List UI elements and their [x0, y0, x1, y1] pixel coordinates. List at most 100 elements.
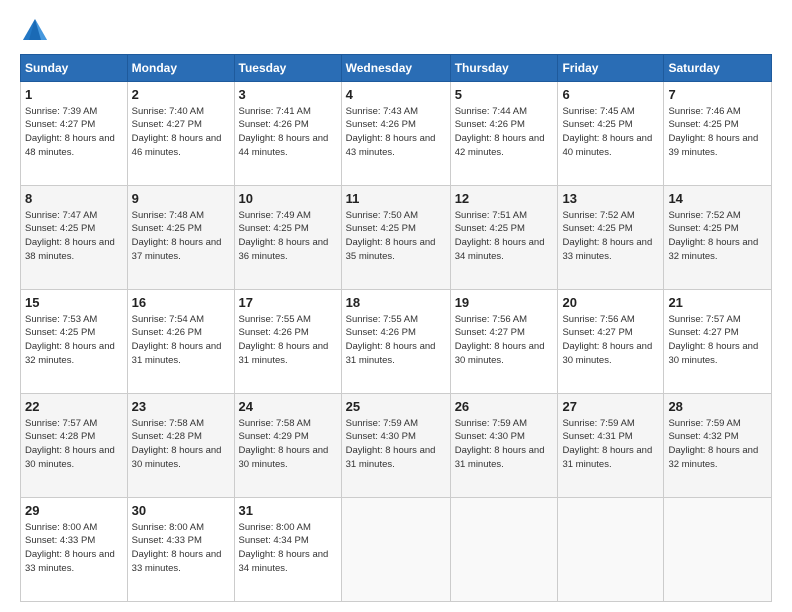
calendar-cell: 17 Sunrise: 7:55 AMSunset: 4:26 PMDayligh… [234, 290, 341, 394]
day-info: Sunrise: 7:41 AMSunset: 4:26 PMDaylight:… [239, 106, 329, 158]
day-info: Sunrise: 7:57 AMSunset: 4:27 PMDaylight:… [668, 314, 758, 366]
day-info: Sunrise: 7:46 AMSunset: 4:25 PMDaylight:… [668, 106, 758, 158]
day-number: 3 [239, 86, 337, 104]
day-info: Sunrise: 7:53 AMSunset: 4:25 PMDaylight:… [25, 314, 115, 366]
day-info: Sunrise: 7:48 AMSunset: 4:25 PMDaylight:… [132, 210, 222, 262]
calendar-cell: 3 Sunrise: 7:41 AMSunset: 4:26 PMDaylight… [234, 82, 341, 186]
day-info: Sunrise: 7:59 AMSunset: 4:32 PMDaylight:… [668, 418, 758, 470]
calendar-cell: 16 Sunrise: 7:54 AMSunset: 4:26 PMDayligh… [127, 290, 234, 394]
calendar-cell: 24 Sunrise: 7:58 AMSunset: 4:29 PMDayligh… [234, 394, 341, 498]
day-number: 7 [668, 86, 767, 104]
day-number: 13 [562, 190, 659, 208]
calendar-cell: 5 Sunrise: 7:44 AMSunset: 4:26 PMDaylight… [450, 82, 558, 186]
day-number: 25 [346, 398, 446, 416]
calendar-cell: 2Sunrise: 7:40 AMSunset: 4:27 PMDaylight… [127, 82, 234, 186]
calendar-cell: 18 Sunrise: 7:55 AMSunset: 4:26 PMDayligh… [341, 290, 450, 394]
day-info: Sunrise: 7:45 AMSunset: 4:25 PMDaylight:… [562, 106, 652, 158]
day-number: 20 [562, 294, 659, 312]
day-info: Sunrise: 7:47 AMSunset: 4:25 PMDaylight:… [25, 210, 115, 262]
calendar-cell: 22Sunrise: 7:57 AMSunset: 4:28 PMDayligh… [21, 394, 128, 498]
day-number: 24 [239, 398, 337, 416]
day-number: 11 [346, 190, 446, 208]
day-header-thursday: Thursday [450, 55, 558, 82]
day-header-wednesday: Wednesday [341, 55, 450, 82]
day-number: 22 [25, 398, 123, 416]
day-header-sunday: Sunday [21, 55, 128, 82]
day-info: Sunrise: 7:49 AMSunset: 4:25 PMDaylight:… [239, 210, 329, 262]
day-number: 23 [132, 398, 230, 416]
calendar-cell [664, 498, 772, 602]
day-number: 4 [346, 86, 446, 104]
day-info: Sunrise: 7:59 AMSunset: 4:30 PMDaylight:… [455, 418, 545, 470]
calendar-cell: 30 Sunrise: 8:00 AMSunset: 4:33 PMDayligh… [127, 498, 234, 602]
calendar-cell: 7 Sunrise: 7:46 AMSunset: 4:25 PMDaylight… [664, 82, 772, 186]
day-number: 14 [668, 190, 767, 208]
day-number: 27 [562, 398, 659, 416]
day-info: Sunrise: 8:00 AMSunset: 4:34 PMDaylight:… [239, 522, 329, 574]
calendar-table: SundayMondayTuesdayWednesdayThursdayFrid… [20, 54, 772, 602]
day-number: 28 [668, 398, 767, 416]
day-number: 10 [239, 190, 337, 208]
calendar-body: 1 Sunrise: 7:39 AMSunset: 4:27 PMDaylight… [21, 82, 772, 602]
day-number: 17 [239, 294, 337, 312]
day-info: Sunrise: 8:00 AMSunset: 4:33 PMDaylight:… [132, 522, 222, 574]
day-info: Sunrise: 7:58 AMSunset: 4:29 PMDaylight:… [239, 418, 329, 470]
day-info: Sunrise: 7:50 AMSunset: 4:25 PMDaylight:… [346, 210, 436, 262]
calendar-cell [450, 498, 558, 602]
week-row-3: 15 Sunrise: 7:53 AMSunset: 4:25 PMDayligh… [21, 290, 772, 394]
week-row-1: 1 Sunrise: 7:39 AMSunset: 4:27 PMDaylight… [21, 82, 772, 186]
calendar-cell: 9 Sunrise: 7:48 AMSunset: 4:25 PMDaylight… [127, 186, 234, 290]
day-header-friday: Friday [558, 55, 664, 82]
calendar-cell: 29Sunrise: 8:00 AMSunset: 4:33 PMDayligh… [21, 498, 128, 602]
day-number: 30 [132, 502, 230, 520]
week-row-5: 29 Sunrise: 8:00 AMSunset: 4:33 PMDayligh… [21, 498, 772, 602]
day-info: Sunrise: 7:39 AMSunset: 4:27 PMDaylight:… [25, 106, 115, 158]
day-number: 26 [455, 398, 554, 416]
day-number: 1 [25, 86, 123, 104]
calendar-cell [341, 498, 450, 602]
calendar-cell: 28 Sunrise: 7:59 AMSunset: 4:32 PMDayligh… [664, 394, 772, 498]
calendar-cell: 27Sunrise: 7:59 AMSunset: 4:31 PMDayligh… [558, 394, 664, 498]
day-info: Sunrise: 7:52 AMSunset: 4:25 PMDaylight:… [562, 210, 652, 262]
day-number: 2 [132, 86, 230, 104]
calendar-cell: 10 Sunrise: 7:49 AMSunset: 4:25 PMDayligh… [234, 186, 341, 290]
day-info: Sunrise: 7:56 AMSunset: 4:27 PMDaylight:… [455, 314, 545, 366]
day-number: 16 [132, 294, 230, 312]
day-info: Sunrise: 7:43 AMSunset: 4:26 PMDaylight:… [346, 106, 436, 158]
day-info: Sunrise: 7:55 AMSunset: 4:26 PMDaylight:… [346, 314, 436, 366]
calendar-cell: 15 Sunrise: 7:53 AMSunset: 4:25 PMDayligh… [21, 290, 128, 394]
calendar-cell: 19 Sunrise: 7:56 AMSunset: 4:27 PMDayligh… [450, 290, 558, 394]
week-row-4: 22Sunrise: 7:57 AMSunset: 4:28 PMDayligh… [21, 394, 772, 498]
day-number: 9 [132, 190, 230, 208]
day-info: Sunrise: 7:51 AMSunset: 4:25 PMDaylight:… [455, 210, 545, 262]
day-number: 15 [25, 294, 123, 312]
day-info: Sunrise: 7:52 AMSunset: 4:25 PMDaylight:… [668, 210, 758, 262]
day-number: 21 [668, 294, 767, 312]
week-row-2: 8Sunrise: 7:47 AMSunset: 4:25 PMDaylight… [21, 186, 772, 290]
calendar-cell: 8Sunrise: 7:47 AMSunset: 4:25 PMDaylight… [21, 186, 128, 290]
day-number: 29 [25, 502, 123, 520]
calendar-cell: 31Sunrise: 8:00 AMSunset: 4:34 PMDayligh… [234, 498, 341, 602]
calendar-cell: 25Sunrise: 7:59 AMSunset: 4:30 PMDayligh… [341, 394, 450, 498]
calendar-cell: 12Sunrise: 7:51 AMSunset: 4:25 PMDayligh… [450, 186, 558, 290]
day-header-monday: Monday [127, 55, 234, 82]
day-header-tuesday: Tuesday [234, 55, 341, 82]
day-number: 18 [346, 294, 446, 312]
calendar-cell: 1 Sunrise: 7:39 AMSunset: 4:27 PMDaylight… [21, 82, 128, 186]
day-info: Sunrise: 7:55 AMSunset: 4:26 PMDaylight:… [239, 314, 329, 366]
calendar-cell [558, 498, 664, 602]
page: SundayMondayTuesdayWednesdayThursdayFrid… [0, 0, 792, 612]
calendar-cell: 21 Sunrise: 7:57 AMSunset: 4:27 PMDayligh… [664, 290, 772, 394]
day-info: Sunrise: 7:54 AMSunset: 4:26 PMDaylight:… [132, 314, 222, 366]
day-number: 5 [455, 86, 554, 104]
calendar-cell: 6Sunrise: 7:45 AMSunset: 4:25 PMDaylight… [558, 82, 664, 186]
logo-icon [20, 16, 50, 46]
calendar-cell: 23Sunrise: 7:58 AMSunset: 4:28 PMDayligh… [127, 394, 234, 498]
calendar-cell: 20 Sunrise: 7:56 AMSunset: 4:27 PMDayligh… [558, 290, 664, 394]
calendar-cell: 11 Sunrise: 7:50 AMSunset: 4:25 PMDayligh… [341, 186, 450, 290]
day-info: Sunrise: 7:44 AMSunset: 4:26 PMDaylight:… [455, 106, 545, 158]
calendar-cell: 4 Sunrise: 7:43 AMSunset: 4:26 PMDaylight… [341, 82, 450, 186]
calendar-cell: 13 Sunrise: 7:52 AMSunset: 4:25 PMDayligh… [558, 186, 664, 290]
day-number: 19 [455, 294, 554, 312]
day-info: Sunrise: 7:56 AMSunset: 4:27 PMDaylight:… [562, 314, 652, 366]
